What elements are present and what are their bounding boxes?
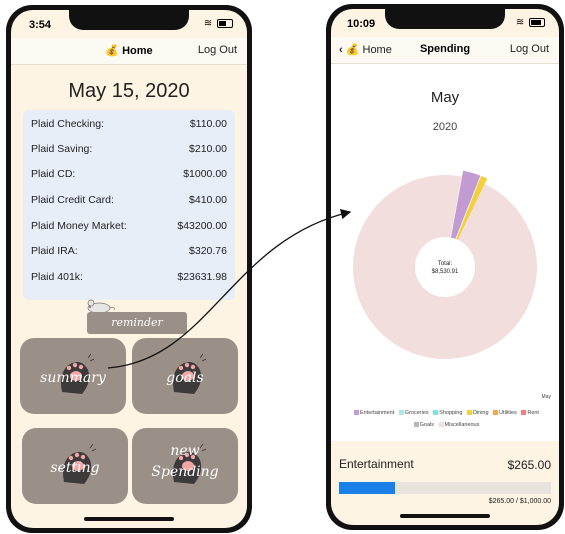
notch bbox=[69, 10, 189, 30]
notch bbox=[385, 9, 505, 29]
flow-arrow bbox=[107, 209, 352, 369]
